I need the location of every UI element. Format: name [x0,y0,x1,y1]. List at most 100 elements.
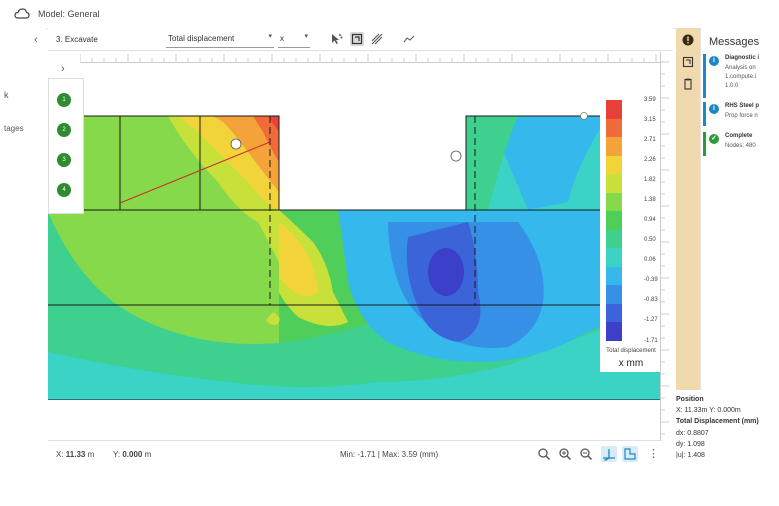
position-panel: Position X: 11.33m Y: 0.000m Total Displ… [672,392,779,466]
legend-swatch [606,192,622,212]
legend-swatch [606,100,622,119]
legend-tick-label: -0.39 [644,277,658,284]
contour-view-icon[interactable] [350,32,364,46]
message-item[interactable]: ✓ Complete Nodes: 480 [703,132,779,156]
node-marker-icon [580,112,588,120]
message-title: RHS Steel p [725,103,760,109]
legend-tick-label: 0.94 [644,217,656,224]
cursor-x-readout: X: 11.33 m [56,450,95,459]
legend-swatch [606,248,622,267]
node-select-icon[interactable] [329,32,343,46]
legend-swatch [606,322,622,341]
message-line: Nodes: 480 [725,143,756,149]
more-options-icon[interactable]: ⋮ [648,447,659,460]
legend-tick-label: 3.59 [644,97,656,103]
chevron-down-icon: ▾ [304,33,308,40]
legend-tick-label: 0.50 [644,237,656,244]
chevron-right-icon[interactable]: › [61,63,65,75]
message-line: 1.compute.i [725,74,757,80]
displacement-dy: dy: 1.098 [676,441,705,448]
status-bar: X: 11.33 m Y: 0.000 m Min: -1.71 | Max: … [48,440,662,467]
info-icon: i [709,104,719,114]
component-select[interactable]: x ▾ [278,31,310,48]
soil-domain [48,116,660,400]
legend-swatch [606,137,622,156]
displacement-magnitude: |u|: 1.408 [676,452,705,459]
legend-tick-label: 3.15 [644,117,656,124]
messages-title: Messages [709,36,760,48]
min-max-readout: Min: -1.71 | Max: 3.59 (mm) [340,450,439,459]
component-value: x [280,34,284,43]
displacement-dx: dx: 0.8807 [676,430,709,437]
result-type-select[interactable]: Total displacement ▾ [166,31,274,48]
legend-tick-label: 2.26 [644,157,656,164]
legend-tick-label: 1.82 [644,177,656,184]
legend-swatch [606,266,622,286]
contour-panel-icon[interactable] [681,55,695,69]
displacement-heading: Total Displacement (mm) [676,418,759,425]
message-line: Prop force n [725,113,758,119]
graph-icon[interactable] [402,32,416,46]
message-line: Analysis on [725,65,756,71]
legend-tick-label: 2.71 [644,137,656,144]
legend-swatch [606,211,622,230]
position-heading: Position [676,396,704,403]
stage-stepper: › 1 2 3 4 [48,63,84,214]
legend-tick-label: 1.38 [644,197,656,204]
chevron-left-icon[interactable]: ‹ [34,34,38,46]
legend-swatch [606,118,622,138]
anchor-marker-icon [230,138,242,150]
cursor-y-readout: Y: 0.000 m [113,450,152,459]
message-title: Diagnostic i [725,55,760,61]
legend-swatch [606,155,622,175]
legend-tick-label: -0.83 [644,297,658,304]
anchor-marker-icon [450,150,462,162]
left-panel: ‹ k tages [0,28,46,438]
left-panel-fragment[interactable]: k [4,90,9,100]
stage-step-2[interactable]: 2 [57,123,71,137]
message-accent [703,102,706,126]
model-title: Model: General [38,9,100,19]
alert-icon[interactable] [681,33,695,47]
stage-label[interactable]: 3. Excavate [56,35,98,44]
message-item[interactable]: i Diagnostic i Analysis on 1.compute.i 1… [703,54,779,98]
chevron-down-icon: ▾ [268,33,272,40]
check-icon: ✓ [709,134,719,144]
position-xy: X: 11.33m Y: 0.000m [676,407,741,414]
vertical-ruler [660,52,673,440]
legend-tick-label: -1.27 [644,317,658,324]
legend-swatch [606,303,622,323]
color-legend: 3.59 3.15 2.71 2.26 1.82 1.38 0.94 0.50 0.06 -0.3… [600,94,660,372]
message-line: 1.0.0 [725,83,739,89]
cloud-icon [14,8,30,19]
stage-step-1[interactable]: 1 [57,93,71,107]
result-type-value: Total displacement [168,34,235,43]
legend-swatch [606,285,622,304]
legend-tick-label: -1.71 [644,337,658,344]
message-title: Complete [725,133,753,139]
search-icon[interactable] [536,446,552,462]
view-toolbar: 3. Excavate Total displacement ▾ x ▾ [48,28,673,51]
legend-tick-label: 0.06 [644,257,656,264]
legend-swatch [606,174,622,193]
deformed-mesh-icon[interactable] [370,32,384,46]
legend-title: Total displacement [606,348,656,354]
message-accent [703,54,706,98]
message-accent [703,132,706,156]
zoom-out-icon[interactable] [578,446,594,462]
axis-view-icon[interactable] [601,446,617,462]
legend-swatch [606,229,622,249]
top-bar: Model: General [0,0,779,29]
right-icon-strip [676,28,700,390]
section-view-icon[interactable] [622,446,638,462]
stage-step-3[interactable]: 3 [57,153,71,167]
messages-panel: Messages i Diagnostic i Analysis on 1.co… [700,28,779,390]
left-panel-stages-label[interactable]: tages [4,124,24,133]
message-item[interactable]: i RHS Steel p Prop force n [703,102,779,126]
legend-unit: x mm [618,358,644,369]
zoom-in-icon[interactable] [557,446,573,462]
displacement-contour-plot[interactable] [48,62,660,400]
clipboard-icon[interactable] [681,77,695,91]
info-icon: i [709,56,719,66]
stage-step-4[interactable]: 4 [57,183,71,197]
